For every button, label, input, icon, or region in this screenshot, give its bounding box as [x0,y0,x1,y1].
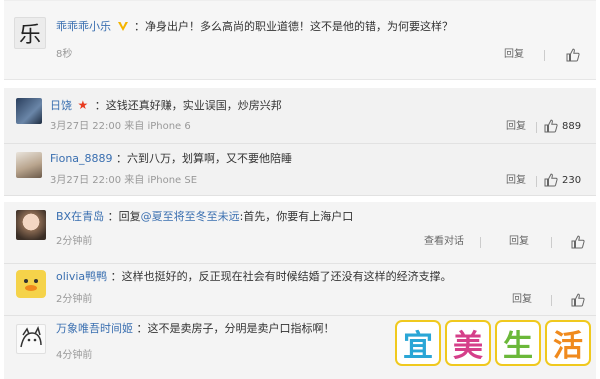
comment-time: 8秒 [56,49,73,60]
divider [551,295,552,306]
avatar[interactable] [16,324,46,354]
comment-item: 日饶 ★ ：这钱还真好赚，实业误国，炒房兴邦 3月27日 22:00 来自 iP… [4,88,596,144]
colon-separator: ： [136,322,148,335]
reply-prefix: 回复 [118,210,141,223]
colon-separator: ： [94,99,106,112]
like-count: 230 [562,175,582,186]
comment-item: BX在青岛 ：回复@夏至将至冬至未远:首先，你要有上海户口 2分钟前 查看对话 … [4,202,596,264]
reply-button[interactable]: 回复 [506,175,526,187]
comment-time: 2分钟前 [56,236,93,247]
thumbs-up-icon[interactable] [566,48,580,62]
comment-username[interactable]: 乖乖乖小乐 [56,20,111,33]
avatar[interactable] [16,210,46,240]
thumbs-up-icon[interactable] [571,235,585,249]
comment-text: 净身出户！多么高尚的职业道德！这不是他的错，为何要这样？ [145,20,453,33]
reply-button[interactable]: 回复 [509,236,529,248]
comment-item: 乐 乖乖乖小乐 ：净身出户！多么高尚的职业道德！这不是他的错，为何要这样？ 8秒… [4,0,596,80]
divider [536,122,537,133]
colon-separator: ： [107,210,119,223]
comment-username[interactable]: olivia鸭鸭 [56,270,107,283]
star-badge-icon: ★ [77,98,89,112]
comment-text: 六到八万，划算啊，又不要他陪睡 [127,152,293,165]
cartoon-avatar-icon [20,325,42,348]
comment-time: 3月27日 22:00 来自 iPhone 6 [50,121,191,132]
colon-separator: ： [110,270,122,283]
logo-char: 生 [495,320,541,366]
divider [551,237,552,248]
comment-time: 4分钟前 [56,350,93,361]
logo-char: 美 [445,320,491,366]
like-count: 889 [562,121,582,132]
thumbs-up-icon[interactable] [544,173,558,187]
reply-button[interactable]: 回复 [506,121,526,133]
mention-link[interactable]: @夏至将至冬至未远 [141,210,240,223]
avatar[interactable] [16,270,46,298]
verified-icon [117,22,128,31]
logo-char: 宜 [395,320,441,366]
colon-separator: ： [134,20,145,33]
thumbs-up-icon[interactable] [571,293,585,307]
avatar[interactable] [16,98,42,124]
thumbs-up-icon[interactable] [544,119,558,133]
divider [544,50,545,61]
avatar[interactable]: 乐 [14,17,46,49]
comment-time: 2分钟前 [56,294,93,305]
comment-text: :首先，你要有上海户口 [239,210,354,223]
reply-button[interactable]: 回复 [512,294,532,306]
comment-username[interactable]: BX在青岛 [56,210,104,223]
comment-text: 这不是卖房子，分明是卖户口指标啊！ [147,322,335,335]
comment-username[interactable]: 万象唯吾时间姬 [56,322,133,335]
comment-time: 3月27日 22:00 来自 iPhone SE [50,175,198,186]
colon-separator: ： [116,152,128,165]
watermark-logo: 宜 美 生 活 [395,320,591,370]
view-conversation-link[interactable]: 查看对话 [424,236,464,248]
comment-text: 这钱还真好赚，实业误国，炒房兴邦 [105,99,282,112]
avatar[interactable] [16,152,42,178]
divider [536,176,537,187]
reply-button[interactable]: 回复 [504,49,524,61]
comment-item: Fiona_8889 ：六到八万，划算啊，又不要他陪睡 3月27日 22:00 … [4,144,596,196]
comment-username[interactable]: 日饶 [50,99,72,112]
comment-username[interactable]: Fiona_8889 [50,152,113,165]
divider [480,237,481,248]
logo-char: 活 [545,320,591,366]
comment-text: 这样也挺好的，反正现在社会有时候结婚了还没有这样的经济支撑。 [121,270,452,283]
duck-face-icon [24,279,38,291]
comment-item: olivia鸭鸭 ：这样也挺好的，反正现在社会有时候结婚了还没有这样的经济支撑。… [4,264,596,316]
